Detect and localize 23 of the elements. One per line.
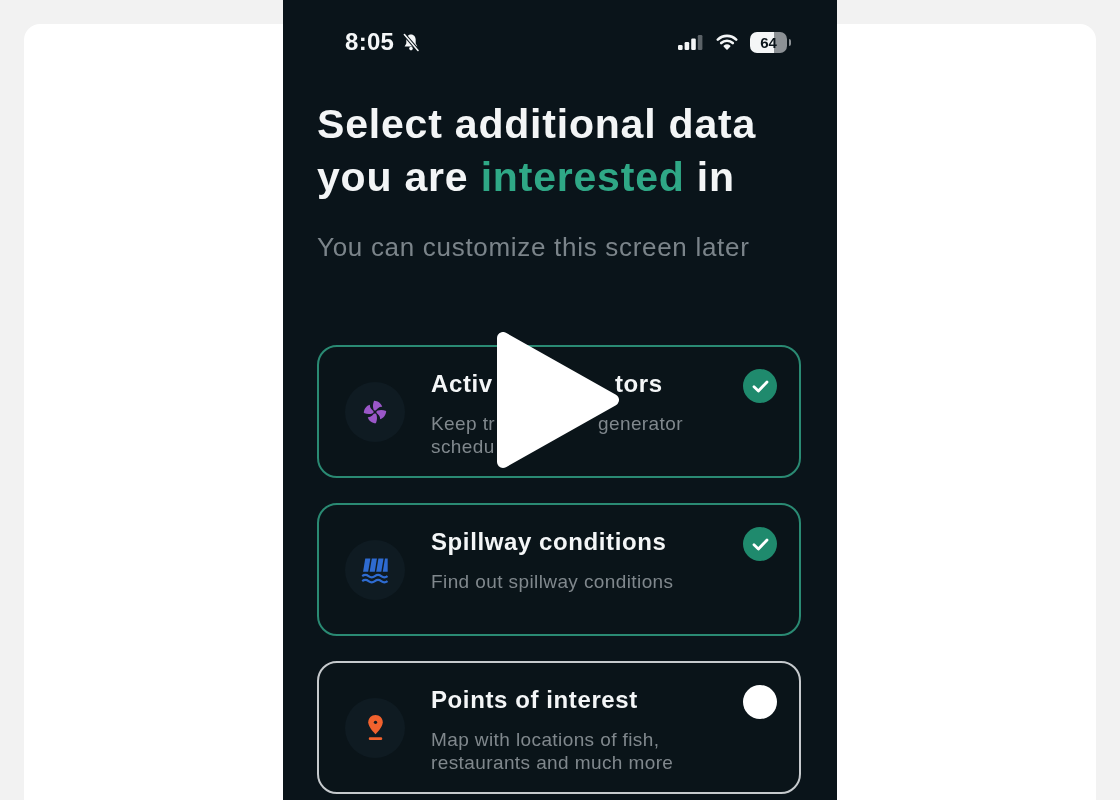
page-heading: Select additional data you are interested in <box>317 100 758 202</box>
option-card[interactable]: Points of interest Map with locations of fish, restaurants and much more <box>317 661 801 794</box>
checkbox[interactable] <box>743 685 777 719</box>
option-title: Activ <box>431 371 493 397</box>
signal-icon <box>678 34 703 50</box>
page-subtitle: You can customize this screen later <box>317 231 751 263</box>
option-description: schedu <box>431 435 495 458</box>
checkbox[interactable] <box>743 369 777 403</box>
option-title: tors <box>615 371 663 397</box>
status-time: 8:05 <box>345 28 395 56</box>
battery-indicator: 64 <box>750 31 791 53</box>
checkbox[interactable] <box>743 527 777 561</box>
bell-slash-icon <box>402 32 421 52</box>
option-title: Points of interest <box>431 687 638 713</box>
wifi-icon <box>716 34 738 50</box>
option-description: Map with locations of fish, restaurants and much more <box>431 728 675 774</box>
option-description: generator <box>598 412 683 435</box>
check-icon <box>751 379 769 393</box>
option-description: Keep tr <box>431 412 496 435</box>
option-description: Find out spillway conditions <box>431 570 674 593</box>
option-card[interactable]: Spillway conditions Find out spillway conditions <box>317 503 801 636</box>
check-icon <box>751 537 769 551</box>
option-title: Spillway conditions <box>431 529 667 555</box>
